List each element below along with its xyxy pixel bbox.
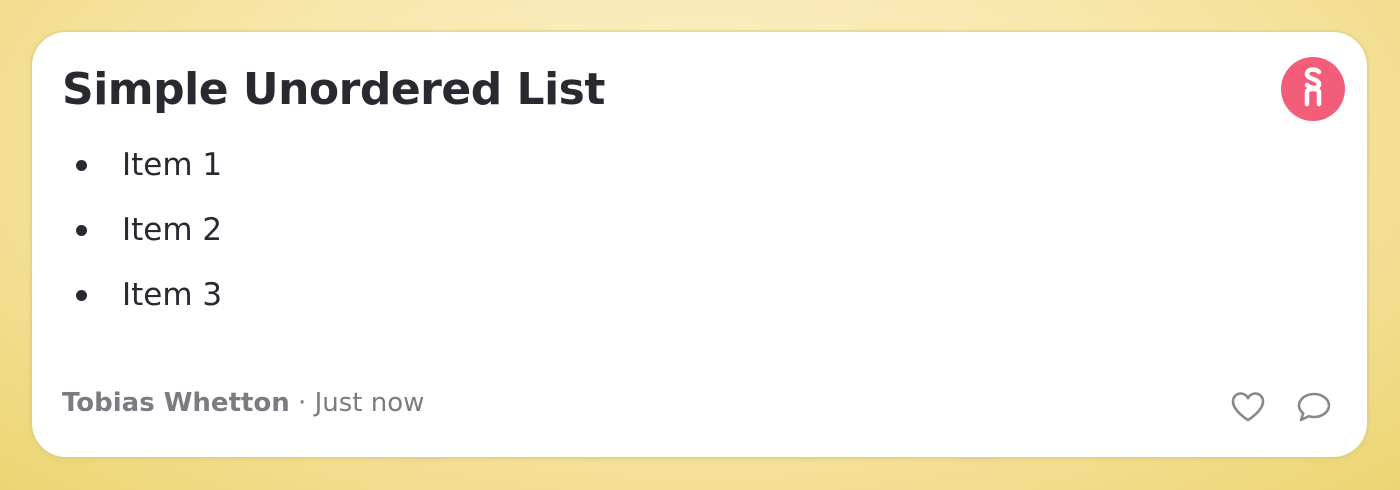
like-button[interactable] xyxy=(1228,389,1268,429)
post-meta: Tobias Whetton · Just now xyxy=(62,388,424,418)
meta-separator: · xyxy=(289,388,315,418)
list-item: Item 3 xyxy=(74,270,222,335)
app-avatar[interactable] xyxy=(1281,57,1345,121)
comment-button[interactable] xyxy=(1294,389,1334,429)
bullet-icon xyxy=(76,160,87,171)
author-name[interactable]: Tobias Whetton xyxy=(62,388,290,418)
unordered-list: Item 1 Item 2 Item 3 xyxy=(74,140,222,335)
bullet-icon xyxy=(76,225,87,236)
list-item-label: Item 2 xyxy=(122,212,223,248)
sn-logo-icon xyxy=(1298,67,1328,111)
list-item-label: Item 1 xyxy=(122,147,223,183)
comment-icon xyxy=(1296,391,1332,427)
post-card: Simple Unordered List Item 1 Item 2 Item… xyxy=(32,32,1367,457)
list-item: Item 1 xyxy=(74,140,222,205)
list-item: Item 2 xyxy=(74,205,222,270)
post-title: Simple Unordered List xyxy=(62,64,605,115)
list-item-label: Item 3 xyxy=(122,277,223,313)
post-timestamp: Just now xyxy=(314,388,425,418)
bullet-icon xyxy=(76,290,87,301)
heart-icon xyxy=(1230,391,1266,427)
